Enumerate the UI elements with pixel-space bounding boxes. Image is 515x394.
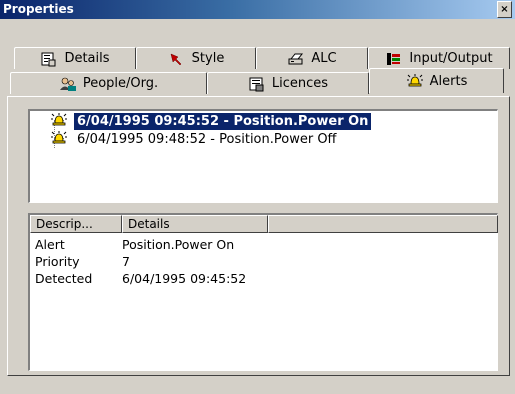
row-name: Detected [35,271,93,286]
tab-label: Licences [271,76,329,91]
row-value: 6/04/1995 09:45:52 [122,271,247,286]
tab-strip: Details Style ALC Input/Output People/Or… [0,0,515,100]
people-icon [59,76,77,92]
tree-item-label: 6/04/1995 09:45:52 - Position.Power On [74,112,372,130]
tab-label: Style [191,51,225,66]
tab-style[interactable]: Style [136,47,256,69]
printer-icon [287,51,305,67]
row-name: Priority [35,254,80,269]
licence-icon [248,76,266,92]
row-name: Alert [35,237,65,252]
tab-label: People/Org. [82,76,159,91]
column-header-filler [268,215,498,233]
tab-input-output[interactable]: Input/Output [368,47,510,69]
tab-people-org[interactable]: People/Org. [10,72,207,94]
input-output-icon [385,51,403,67]
list-row[interactable]: Detected 6/04/1995 09:45:52 [30,271,496,287]
row-value: 7 [122,254,130,269]
document-properties-icon [40,51,58,67]
properties-window: Properties × Details Style ALC Input/Out… [0,0,515,394]
pin-icon [168,51,186,67]
details-list[interactable]: Descrip... Details Alert Position.Power … [28,213,498,371]
alerts-tree[interactable]: 6/04/1995 09:45:52 - Position.Power On 6… [28,109,498,203]
list-row[interactable]: Alert Position.Power On [30,237,496,253]
column-header-details[interactable]: Details [122,215,268,233]
tab-label: Details [64,51,110,66]
tab-label: Alerts [429,73,468,89]
tab-alc[interactable]: ALC [256,47,368,69]
tab-label: ALC [311,51,337,66]
alert-bell-icon [50,130,68,146]
row-value: Position.Power On [122,237,235,252]
tree-item-alert[interactable]: 6/04/1995 09:48:52 - Position.Power Off [51,130,340,148]
tree-item-label: 6/04/1995 09:48:52 - Position.Power Off [77,131,337,147]
tab-licences[interactable]: Licences [207,72,369,94]
alert-bell-icon [50,112,68,128]
tab-details[interactable]: Details [14,47,136,69]
alert-bell-icon [406,73,424,89]
tree-item-alert[interactable]: 6/04/1995 09:45:52 - Position.Power On [51,112,372,130]
column-header-description[interactable]: Descrip... [30,215,122,233]
tab-label: Input/Output [409,51,493,66]
tab-alerts[interactable]: Alerts [369,68,504,93]
list-row[interactable]: Priority 7 [30,254,496,270]
